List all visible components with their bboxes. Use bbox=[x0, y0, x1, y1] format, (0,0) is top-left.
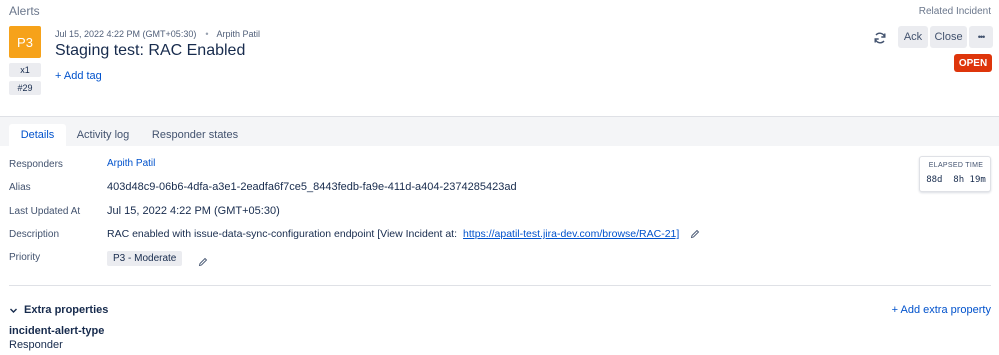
tab-details[interactable]: Details bbox=[9, 124, 66, 146]
alert-title: Staging test: RAC Enabled bbox=[55, 42, 246, 59]
meta-separator: • bbox=[205, 29, 209, 39]
property-key: incident-alert-type bbox=[9, 325, 105, 337]
refresh-icon[interactable] bbox=[872, 30, 888, 46]
edit-priority-icon[interactable] bbox=[198, 254, 208, 267]
edit-description-icon[interactable] bbox=[690, 229, 700, 239]
count-chip: x1 bbox=[9, 63, 41, 77]
alert-owner: Arpith Patil bbox=[216, 29, 261, 39]
description-label: Description bbox=[9, 229, 60, 240]
description-text: RAC enabled with issue-data-sync-configu… bbox=[107, 228, 458, 240]
priority-badge: P3 bbox=[9, 26, 41, 58]
tiny-id-chip: #29 bbox=[9, 81, 41, 95]
priority-label: Priority bbox=[9, 252, 41, 263]
close-button[interactable]: Close bbox=[930, 26, 967, 48]
status-badge: OPEN bbox=[954, 54, 992, 72]
more-actions-button[interactable]: ••• bbox=[969, 26, 993, 48]
alert-meta: Jul 15, 2022 4:22 PM (GMT+05:30) • Arpit… bbox=[55, 29, 260, 39]
extra-properties-title: Extra properties bbox=[24, 304, 109, 316]
description-value: RAC enabled with issue-data-sync-configu… bbox=[107, 228, 700, 240]
property-value: Responder bbox=[9, 339, 63, 351]
alias-value: 403d48c9-06b6-4dfa-a3e1-2eadfa6f7ce5_844… bbox=[107, 181, 517, 193]
ack-button[interactable]: Ack bbox=[898, 26, 928, 48]
tab-responder-states[interactable]: Responder states bbox=[144, 124, 246, 146]
add-extra-property-link[interactable]: + Add extra property bbox=[892, 304, 991, 316]
responders-label: Responders bbox=[9, 159, 63, 170]
extra-properties-toggle[interactable]: Extra properties bbox=[9, 304, 108, 316]
chevron-down-icon bbox=[9, 306, 18, 315]
last-updated-label: Last Updated At bbox=[9, 206, 81, 217]
alias-label: Alias bbox=[9, 182, 31, 193]
elapsed-time-title: ELAPSED TIME bbox=[928, 162, 984, 169]
add-tag-link[interactable]: + Add tag bbox=[55, 70, 102, 82]
responder-link[interactable]: Arpith Patil bbox=[107, 158, 155, 169]
section-divider bbox=[9, 285, 991, 286]
incident-link[interactable]: https://apatil-test.jira-dev.com/browse/… bbox=[463, 228, 679, 240]
elapsed-time-card: ELAPSED TIME 88d 8h 19m bbox=[919, 156, 991, 192]
tab-activity-log[interactable]: Activity log bbox=[69, 124, 137, 146]
section-label: Alerts bbox=[9, 4, 40, 18]
priority-chip: P3 - Moderate bbox=[107, 251, 183, 266]
created-at: Jul 15, 2022 4:22 PM (GMT+05:30) bbox=[55, 29, 197, 39]
last-updated-value: Jul 15, 2022 4:22 PM (GMT+05:30) bbox=[107, 205, 280, 217]
related-incident-label: Related Incident bbox=[918, 6, 991, 17]
elapsed-time-value: 88d 8h 19m bbox=[926, 175, 986, 185]
